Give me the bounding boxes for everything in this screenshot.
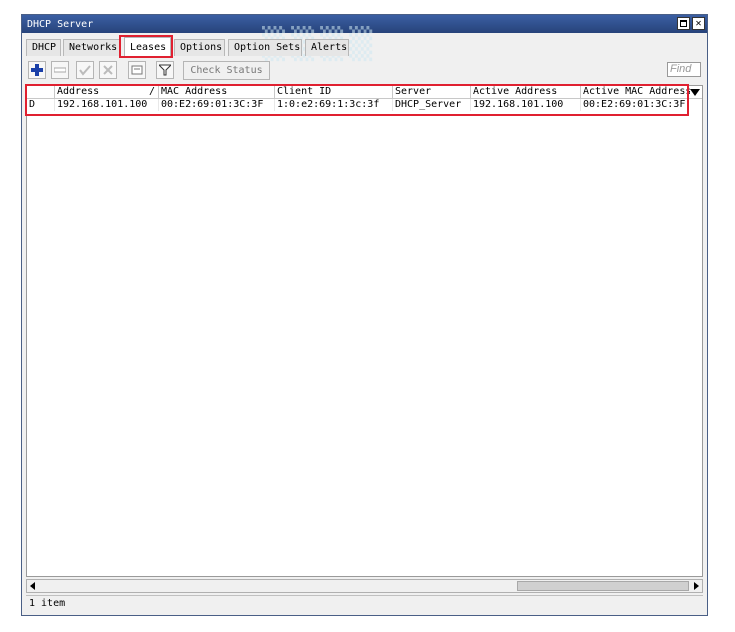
horizontal-scrollbar[interactable] xyxy=(26,579,703,593)
remove-button[interactable] xyxy=(51,61,69,79)
item-count: 1 item xyxy=(29,598,66,609)
scroll-thumb[interactable] xyxy=(517,581,689,591)
filter-icon xyxy=(159,64,171,76)
columns-dropdown-icon[interactable] xyxy=(690,89,700,96)
close-icon[interactable]: ✕ xyxy=(692,17,705,30)
tab-leases[interactable]: Leases xyxy=(124,37,171,57)
dhcp-server-window: DHCP Server ✕ ▒▒▒▒ DHCP Networks Leases … xyxy=(21,14,708,616)
add-button[interactable] xyxy=(28,61,46,79)
comment-button[interactable] xyxy=(128,61,146,79)
cell-active-address: 192.168.101.100 xyxy=(471,99,581,111)
enable-button[interactable] xyxy=(76,61,94,79)
comment-icon xyxy=(131,65,143,75)
table-row[interactable]: D 192.168.101.100 00:E2:69:01:3C:3F 1:0:… xyxy=(27,99,702,111)
toolbar: Check Status Find xyxy=(26,61,703,81)
tab-networks[interactable]: Networks xyxy=(63,39,121,56)
filter-button[interactable] xyxy=(156,61,174,79)
cell-address: 192.168.101.100 xyxy=(55,99,159,111)
cell-client-id: 1:0:e2:69:1:3c:3f xyxy=(275,99,393,111)
column-header-active-address[interactable]: Active Address xyxy=(471,86,581,98)
tab-options[interactable]: Options xyxy=(174,39,225,56)
cell-flags: D xyxy=(27,99,55,111)
tab-option-sets[interactable]: Option Sets xyxy=(228,39,302,56)
minus-icon xyxy=(54,67,66,73)
scroll-right-icon[interactable] xyxy=(694,582,699,590)
maximize-icon[interactable] xyxy=(677,17,690,30)
sort-indicator: / xyxy=(148,86,155,97)
cell-mac-address: 00:E2:69:01:3C:3F xyxy=(159,99,275,111)
status-bar: 1 item xyxy=(26,595,703,611)
x-icon xyxy=(103,65,113,75)
plus-icon xyxy=(31,64,43,76)
cell-server: DHCP_Server xyxy=(393,99,471,111)
check-status-button[interactable]: Check Status xyxy=(183,61,270,80)
column-header-client-id[interactable]: Client ID xyxy=(275,86,393,98)
column-header-address[interactable]: Address / xyxy=(55,86,159,98)
find-input[interactable]: Find xyxy=(667,62,701,77)
window-title: DHCP Server xyxy=(27,19,94,30)
column-header-active-mac-address[interactable]: Active MAC Address xyxy=(581,86,690,98)
column-header-mac-address[interactable]: MAC Address xyxy=(159,86,275,98)
leases-table: Address / MAC Address Client ID Server Ac… xyxy=(26,85,703,577)
column-header-flags[interactable] xyxy=(27,86,55,98)
table-header: Address / MAC Address Client ID Server Ac… xyxy=(27,86,702,99)
tab-dhcp[interactable]: DHCP xyxy=(26,39,61,56)
tab-alerts[interactable]: Alerts xyxy=(305,39,349,56)
check-icon xyxy=(79,65,91,76)
scroll-left-icon[interactable] xyxy=(30,582,35,590)
cell-active-mac-address: 00:E2:69:01:3C:3F xyxy=(583,99,686,110)
disable-button[interactable] xyxy=(99,61,117,79)
column-header-server[interactable]: Server xyxy=(393,86,471,98)
